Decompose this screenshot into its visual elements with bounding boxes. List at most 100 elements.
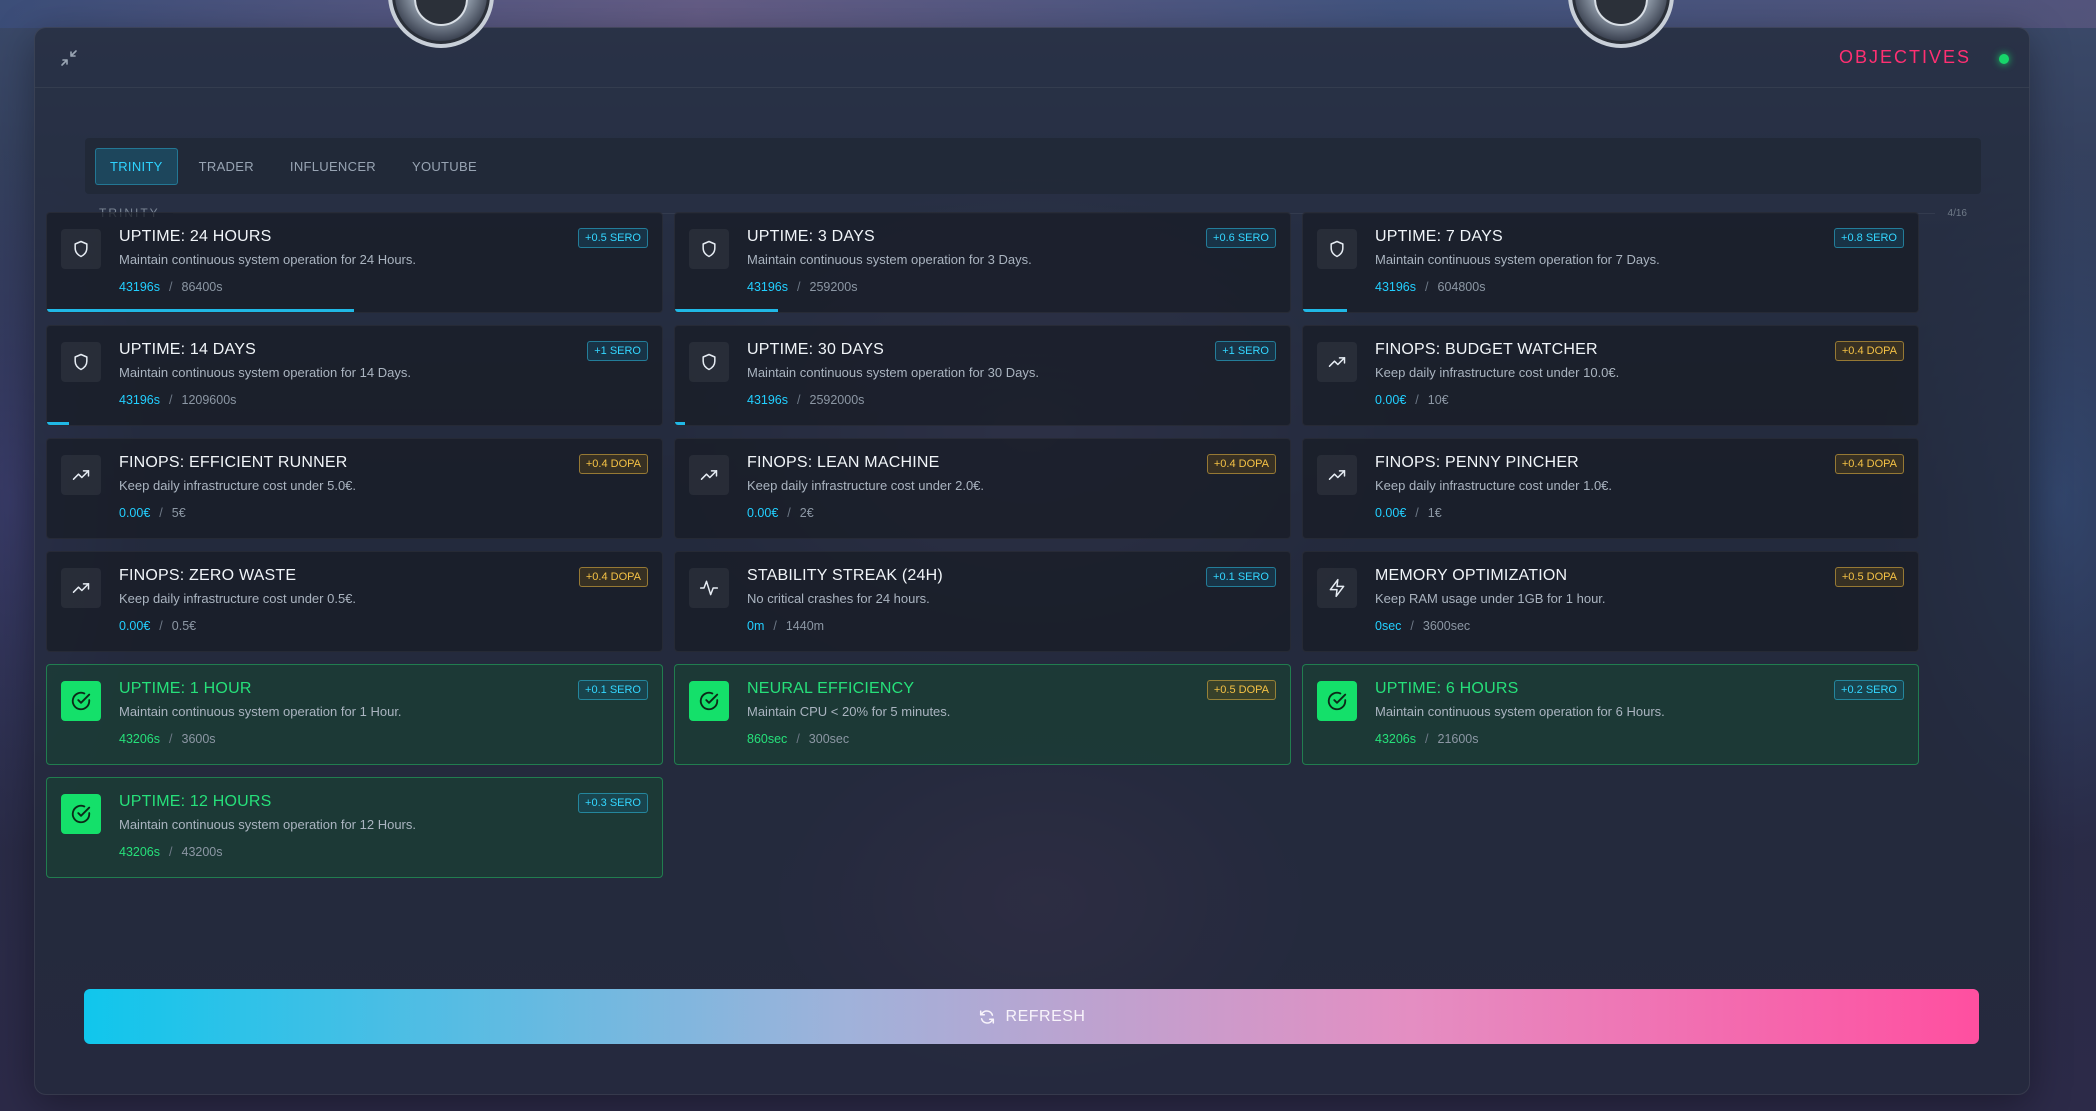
objective-progress: 43206s / 21600s bbox=[1375, 732, 1479, 746]
progress-separator: / bbox=[787, 506, 791, 520]
pulse-icon bbox=[689, 568, 729, 608]
progress-current: 0sec bbox=[1375, 619, 1402, 633]
progress-separator: / bbox=[169, 280, 173, 294]
progress-separator: / bbox=[159, 506, 163, 520]
objective-card[interactable]: NEURAL EFFICIENCY Maintain CPU < 20% for … bbox=[674, 664, 1291, 765]
progress-target: 300sec bbox=[808, 732, 850, 746]
reward-badge: +0.1 SERO bbox=[1206, 567, 1276, 587]
section-count: 4/16 bbox=[1947, 208, 1967, 219]
progress-current: 860sec bbox=[747, 732, 788, 746]
objective-description: Keep daily infrastructure cost under 10.… bbox=[1375, 365, 1620, 380]
progress-separator: / bbox=[159, 619, 163, 633]
check-circle-icon bbox=[689, 681, 729, 721]
objective-description: Maintain CPU < 20% for 5 minutes. bbox=[747, 704, 951, 719]
progress-separator: / bbox=[773, 619, 777, 633]
objective-card[interactable]: UPTIME: 30 DAYS Maintain continuous syste… bbox=[674, 325, 1291, 426]
objective-description: Maintain continuous system operation for… bbox=[119, 252, 416, 267]
trend-up-icon bbox=[689, 455, 729, 495]
progress-separator: / bbox=[796, 732, 800, 746]
refresh-label: REFRESH bbox=[1005, 1007, 1086, 1025]
objective-card[interactable]: UPTIME: 6 HOURS Maintain continuous syste… bbox=[1302, 664, 1919, 765]
progress-current: 0.00€ bbox=[119, 619, 151, 633]
progress-bar bbox=[675, 422, 686, 425]
progress-current: 43206s bbox=[119, 732, 161, 746]
progress-bar bbox=[675, 309, 778, 312]
progress-current: 43206s bbox=[119, 845, 161, 859]
progress-current: 43196s bbox=[119, 280, 161, 294]
objectives-grid: UPTIME: 24 HOURS Maintain continuous syst… bbox=[46, 212, 1919, 878]
objective-card[interactable]: STABILITY STREAK (24H) No critical crashe… bbox=[674, 551, 1291, 652]
progress-current: 0.00€ bbox=[1375, 393, 1407, 407]
refresh-button[interactable]: REFRESH bbox=[84, 989, 1979, 1044]
objective-description: Keep daily infrastructure cost under 5.0… bbox=[119, 478, 357, 493]
panel-title: OBJECTIVES bbox=[1838, 47, 1971, 67]
objective-card[interactable]: UPTIME: 24 HOURS Maintain continuous syst… bbox=[46, 212, 663, 313]
reward-badge: +1 SERO bbox=[587, 341, 648, 361]
reward-badge: +0.5 SERO bbox=[578, 228, 648, 248]
reward-badge: +1 SERO bbox=[1215, 341, 1276, 361]
objective-card[interactable]: UPTIME: 3 DAYS Maintain continuous system… bbox=[674, 212, 1291, 313]
trend-up-icon bbox=[1317, 342, 1357, 382]
objective-title: UPTIME: 14 DAYS bbox=[119, 341, 256, 358]
progress-current: 0.00€ bbox=[1375, 506, 1407, 520]
progress-current: 43196s bbox=[747, 393, 789, 407]
tab-trinity[interactable]: TRINITY bbox=[95, 147, 178, 185]
objective-progress: 43196s / 86400s bbox=[119, 280, 223, 294]
objective-progress: 43206s / 3600s bbox=[119, 732, 216, 746]
objective-progress: 43196s / 1209600s bbox=[119, 393, 236, 407]
progress-separator: / bbox=[169, 845, 173, 859]
reward-badge: +0.6 SERO bbox=[1206, 228, 1276, 248]
check-circle-icon bbox=[61, 794, 101, 834]
objective-card[interactable]: UPTIME: 1 HOUR Maintain continuous system… bbox=[46, 664, 663, 765]
objective-description: Keep RAM usage under 1GB for 1 hour. bbox=[1375, 591, 1606, 606]
objective-title: STABILITY STREAK (24H) bbox=[747, 567, 943, 584]
collapse-icon[interactable] bbox=[59, 48, 79, 68]
objective-progress: 0.00€ / 1€ bbox=[1375, 506, 1442, 520]
tab-youtube[interactable]: YOUTUBE bbox=[397, 148, 492, 185]
progress-target: 604800s bbox=[1437, 280, 1486, 294]
objective-card[interactable]: UPTIME: 7 DAYS Maintain continuous system… bbox=[1302, 212, 1919, 313]
progress-separator: / bbox=[169, 393, 173, 407]
shield-icon bbox=[61, 342, 101, 382]
objective-description: Maintain continuous system operation for… bbox=[1375, 252, 1660, 267]
objective-title: UPTIME: 1 HOUR bbox=[119, 680, 252, 697]
tab-influencer[interactable]: INFLUENCER bbox=[275, 148, 391, 185]
progress-current: 43196s bbox=[1375, 280, 1417, 294]
objective-progress: 0.00€ / 0.5€ bbox=[119, 619, 196, 633]
objective-card[interactable]: FINOPS: PENNY PINCHER Keep daily infrastr… bbox=[1302, 438, 1919, 539]
objective-card[interactable]: FINOPS: LEAN MACHINE Keep daily infrastru… bbox=[674, 438, 1291, 539]
shield-icon bbox=[1317, 229, 1357, 269]
objective-title: UPTIME: 12 HOURS bbox=[119, 793, 272, 810]
objective-card[interactable]: FINOPS: BUDGET WATCHER Keep daily infrast… bbox=[1302, 325, 1919, 426]
objective-description: Maintain continuous system operation for… bbox=[1375, 704, 1665, 719]
objective-title: FINOPS: PENNY PINCHER bbox=[1375, 454, 1579, 471]
objective-title: UPTIME: 3 DAYS bbox=[747, 228, 875, 245]
objective-title: UPTIME: 24 HOURS bbox=[119, 228, 272, 245]
progress-current: 0.00€ bbox=[119, 506, 151, 520]
shield-icon bbox=[689, 342, 729, 382]
objective-description: No critical crashes for 24 hours. bbox=[747, 591, 930, 606]
reward-badge: +0.3 SERO bbox=[578, 793, 648, 813]
reward-badge: +0.5 DOPA bbox=[1834, 567, 1904, 587]
objective-card[interactable]: MEMORY OPTIMIZATION Keep RAM usage under … bbox=[1302, 551, 1919, 652]
progress-current: 43196s bbox=[119, 393, 161, 407]
progress-target: 3600s bbox=[181, 732, 216, 746]
objective-card[interactable]: FINOPS: ZERO WASTE Keep daily infrastruct… bbox=[46, 551, 663, 652]
reward-badge: +0.4 DOPA bbox=[578, 567, 648, 587]
progress-target: 3600sec bbox=[1422, 619, 1471, 633]
lightning-icon bbox=[1317, 568, 1357, 608]
progress-separator: / bbox=[1425, 732, 1429, 746]
progress-current: 0m bbox=[747, 619, 765, 633]
objective-progress: 0sec / 3600sec bbox=[1375, 619, 1470, 633]
objective-description: Maintain continuous system operation for… bbox=[119, 704, 402, 719]
tab-trader[interactable]: TRADER bbox=[184, 148, 269, 185]
progress-target: 0.5€ bbox=[171, 619, 197, 633]
progress-current: 43196s bbox=[747, 280, 789, 294]
progress-target: 1440m bbox=[785, 619, 825, 633]
objective-title: FINOPS: LEAN MACHINE bbox=[747, 454, 940, 471]
objective-card[interactable]: UPTIME: 14 DAYS Maintain continuous syste… bbox=[46, 325, 663, 426]
objective-card[interactable]: UPTIME: 12 HOURS Maintain continuous syst… bbox=[46, 777, 663, 878]
objective-card[interactable]: FINOPS: EFFICIENT RUNNER Keep daily infra… bbox=[46, 438, 663, 539]
category-tabs: TRINITY TRADER INFLUENCER YOUTUBE bbox=[85, 138, 1981, 194]
objective-description: Maintain continuous system operation for… bbox=[119, 817, 416, 832]
